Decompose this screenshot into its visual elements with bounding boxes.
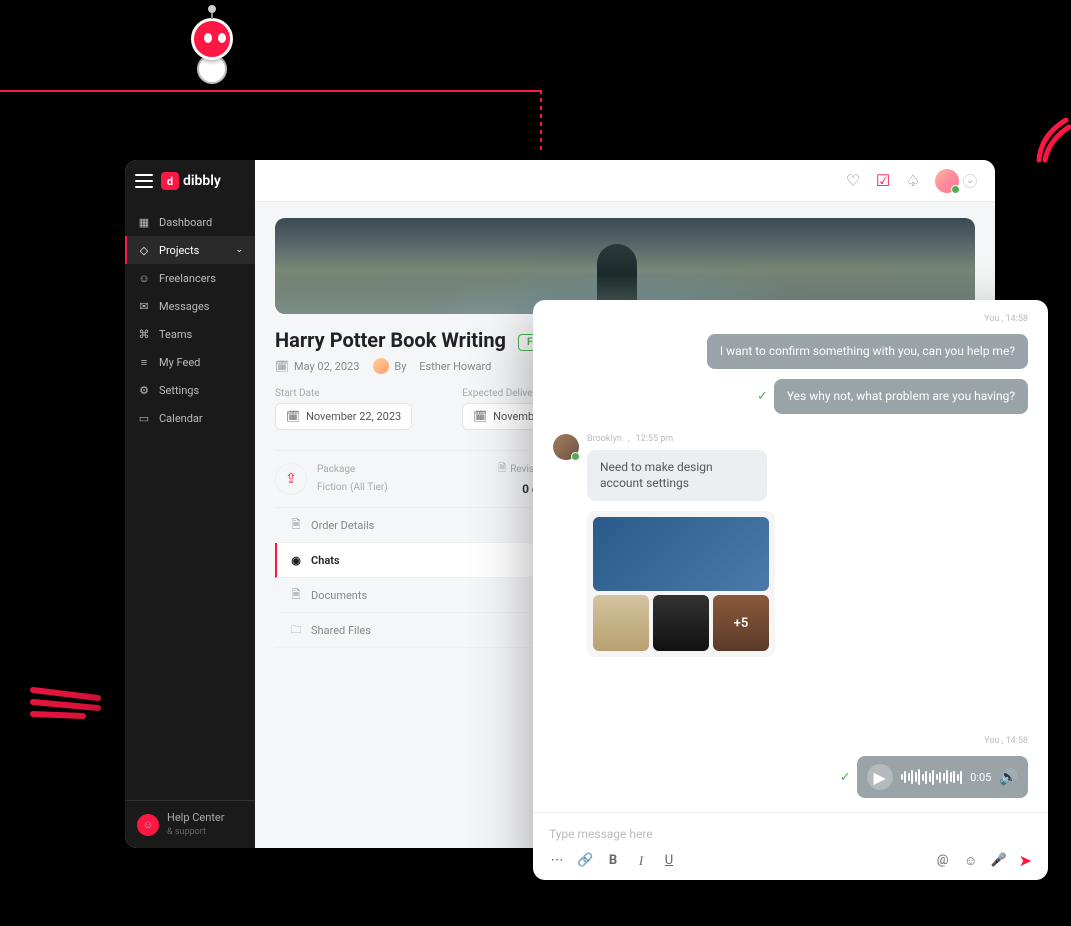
help-subtitle: & support (167, 827, 206, 837)
documents-icon: 🗎 (289, 588, 303, 602)
message-out: Yes why not, what problem are you having… (774, 379, 1028, 414)
italic-icon[interactable]: I (633, 853, 649, 869)
attachment-thumbnail[interactable] (593, 595, 649, 651)
check-icon: ✓ (757, 389, 768, 404)
project-author: By Esther Howard (373, 358, 491, 374)
nav-messages[interactable]: ✉Messages (125, 292, 255, 320)
attachment-grid[interactable]: +5 (587, 511, 775, 657)
sidebar: d dibbly ▦Dashboard ◇Projects⌄ ☺Freelanc… (125, 160, 255, 848)
package-tier: (All Tier) (350, 482, 388, 493)
voice-duration: 0:05 (970, 771, 991, 784)
sender-time: 12:55 pm (636, 434, 674, 444)
link-icon[interactable]: 🔗 (577, 853, 593, 868)
attachment-thumbnail[interactable] (653, 595, 709, 651)
user-menu[interactable]: ⌄ (935, 169, 977, 193)
nav-teams[interactable]: ⌘Teams (125, 320, 255, 348)
order-icon: 🗎 (289, 518, 303, 532)
nav-calendar[interactable]: ▭Calendar (125, 404, 255, 432)
inbox-icon[interactable]: ☑ (875, 173, 891, 189)
document-icon: 🗎 (498, 461, 506, 478)
chat-icon: ◉ (289, 553, 303, 567)
chat-panel: You , 14:58 I want to confirm something … (533, 300, 1048, 880)
teams-icon: ⌘ (137, 327, 151, 341)
message-in: Need to make design account settings (587, 450, 767, 502)
mascot-robot (175, 8, 255, 88)
project-title: Harry Potter Book Writing (275, 328, 506, 352)
calendar-icon: 🗓 (473, 410, 487, 423)
help-title: Help Center (167, 811, 225, 824)
play-button[interactable]: ▶ (867, 764, 893, 790)
underline-icon[interactable]: U (661, 853, 677, 868)
calendar-icon: 🗓 (275, 360, 289, 373)
help-center[interactable]: ☺ Help Center & support (125, 800, 255, 848)
start-date-field[interactable]: 🗓November 22, 2023 (275, 403, 412, 430)
calendar-icon: 🗓 (286, 410, 300, 423)
menu-toggle[interactable] (135, 174, 153, 188)
user-avatar (935, 169, 959, 193)
message-meta: You , 14:58 (553, 736, 1028, 746)
freelancers-icon: ☺ (137, 271, 151, 285)
package-value: Fiction (317, 482, 347, 493)
nav-dashboard[interactable]: ▦Dashboard (125, 208, 255, 236)
dashboard-icon: ▦ (137, 215, 151, 229)
volume-icon[interactable]: 🔊 (999, 768, 1018, 786)
chat-messages: You , 14:58 I want to confirm something … (533, 300, 1048, 812)
decorative-line (0, 90, 540, 92)
projects-icon: ◇ (137, 243, 151, 257)
help-icon: ☺ (137, 814, 159, 836)
nav-settings[interactable]: ⚙Settings (125, 376, 255, 404)
sidebar-nav: ▦Dashboard ◇Projects⌄ ☺Freelancers ✉Mess… (125, 202, 255, 800)
chevron-down-icon: ⌄ (963, 174, 977, 188)
chevron-down-icon: ⌄ (235, 245, 243, 255)
attachment-more[interactable]: +5 (713, 595, 769, 651)
send-button[interactable]: ➤ (1019, 851, 1032, 870)
package-icon: ⇪ (275, 463, 307, 495)
topbar: ♡ ☑ ♤ ⌄ (255, 160, 995, 202)
folder-icon: 🗀 (289, 623, 303, 637)
author-avatar (373, 358, 389, 374)
message-out: I want to confirm something with you, ca… (707, 334, 1028, 369)
mention-icon[interactable]: @ (935, 853, 951, 868)
decorative-swoosh-left (28, 680, 108, 720)
waveform[interactable] (901, 768, 963, 786)
emoji-icon[interactable]: ☺ (963, 853, 979, 869)
nav-freelancers[interactable]: ☺Freelancers (125, 264, 255, 292)
nav-feed[interactable]: ≡My Feed (125, 348, 255, 376)
decorative-swoosh-right (1031, 115, 1071, 165)
sender-avatar (553, 434, 579, 460)
nav-projects[interactable]: ◇Projects⌄ (125, 236, 255, 264)
messages-icon: ✉ (137, 299, 151, 313)
message-meta: You , 14:58 (553, 314, 1028, 324)
bold-icon[interactable]: B (605, 853, 621, 868)
chat-composer: ⋯ 🔗 B I U @ ☺ 🎤 ➤ (533, 812, 1048, 880)
mic-icon[interactable]: 🎤 (991, 853, 1007, 868)
project-date: 🗓May 02, 2023 (275, 360, 359, 373)
bell-icon[interactable]: ♤ (905, 173, 921, 189)
logo-mark-icon: d (161, 172, 179, 190)
message-input[interactable] (549, 823, 1032, 845)
brand-logo[interactable]: d dibbly (161, 172, 221, 190)
sender-name: Brooklyn (587, 434, 622, 444)
package-label: Package (317, 464, 388, 475)
heart-icon[interactable]: ♡ (845, 173, 861, 189)
voice-message: ▶ 0:05 🔊 (857, 756, 1028, 798)
feed-icon: ≡ (137, 355, 151, 369)
start-date-label: Start Date (275, 388, 412, 399)
calendar-icon: ▭ (137, 411, 151, 425)
settings-icon: ⚙ (137, 383, 151, 397)
check-icon: ✓ (840, 770, 851, 785)
attachment-thumbnail[interactable] (593, 517, 769, 591)
more-tools-button[interactable]: ⋯ (549, 853, 565, 868)
